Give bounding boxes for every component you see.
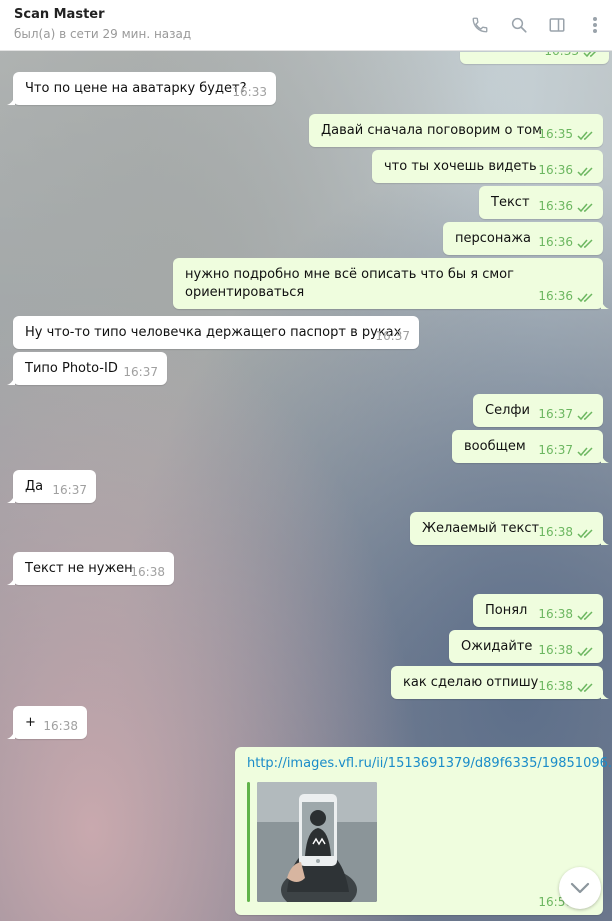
message-time: 16:36	[538, 289, 573, 303]
double-check-icon	[577, 167, 593, 177]
message-list[interactable]: 16:33 Что по цене на аватарку будет? 16:…	[0, 52, 612, 921]
message-time: 16:36	[538, 199, 573, 213]
double-check-icon	[577, 239, 593, 249]
message-bubble-incoming[interactable]: Текст не нужен 16:38	[7, 552, 174, 585]
message-bubble-incoming[interactable]: Да 16:37	[7, 470, 96, 503]
double-check-icon	[577, 293, 593, 303]
scroll-to-bottom-button[interactable]	[559, 867, 601, 909]
message-bubble-outgoing[interactable]: Понял 16:38	[473, 594, 603, 627]
double-check-icon	[577, 203, 593, 213]
message-text: +	[25, 715, 36, 730]
double-check-icon	[577, 647, 593, 657]
double-check-icon	[577, 411, 593, 421]
message-bubble-outgoing[interactable]: Текст 16:36	[479, 186, 603, 219]
message-text: Желаемый текст	[422, 521, 540, 536]
message-link[interactable]: http://images.vfl.ru/ii/1513691379/d89f6…	[247, 756, 612, 771]
message-bubble-outgoing[interactable]: 16:33	[460, 52, 609, 64]
link-preview-image[interactable]	[257, 782, 377, 902]
message-time: 16:37	[375, 329, 410, 343]
message-text: вообщем	[464, 439, 526, 454]
link-preview-accent-bar	[247, 782, 250, 902]
sidebar-toggle-icon[interactable]	[546, 13, 568, 37]
message-time: 16:37	[538, 407, 573, 421]
phone-icon[interactable]	[469, 13, 491, 37]
message-bubble-outgoing[interactable]: Селфи 16:37	[473, 394, 603, 427]
message-time: 16:36	[538, 235, 573, 249]
message-text: Что по цене на аватарку будет?	[25, 81, 247, 96]
message-bubble-incoming[interactable]: + 16:38	[7, 706, 87, 739]
message-bubble-outgoing[interactable]: как сделаю отпишу 16:38	[391, 666, 609, 699]
message-text: как сделаю отпишу	[403, 675, 539, 690]
message-time: 16:37	[52, 483, 87, 497]
message-bubble-outgoing[interactable]: Давай сначала поговорим о том 16:35	[309, 114, 603, 147]
message-text: персонажа	[455, 231, 531, 246]
message-bubble-outgoing[interactable]: что ты хочешь видеть 16:36	[372, 150, 603, 183]
message-text: Текст не нужен	[25, 561, 133, 576]
message-text: что ты хочешь видеть	[384, 159, 537, 174]
message-time: 16:38	[538, 679, 573, 693]
message-bubble-incoming[interactable]: Типо Photo-ID 16:37	[7, 352, 167, 385]
chat-header: Scan Master был(а) в сети 29 мин. назад	[0, 0, 612, 51]
double-check-icon	[577, 529, 593, 539]
message-bubble-outgoing[interactable]: нужно подробно мне всё описать что бы я …	[173, 258, 609, 309]
chat-title[interactable]: Scan Master	[14, 7, 105, 22]
message-bubble-outgoing[interactable]: вообщем 16:37	[452, 430, 609, 463]
last-seen-status: был(а) в сети 29 мин. назад	[14, 27, 192, 41]
message-time: 16:33	[544, 52, 579, 60]
message-text: Да	[25, 479, 44, 494]
chevron-down-icon	[570, 882, 590, 894]
message-text: Понял	[485, 603, 528, 618]
message-time: 16:38	[130, 565, 165, 579]
message-time: 16:37	[538, 443, 573, 457]
message-bubble-outgoing[interactable]: Ожидайте 16:38	[449, 630, 603, 663]
message-bubble-outgoing[interactable]: Желаемый текст 16:38	[410, 512, 609, 545]
message-text: Селфи	[485, 403, 530, 418]
message-bubble-outgoing[interactable]: персонажа 16:36	[443, 222, 603, 255]
message-text: Ну что-то типо человечка держащего паспо…	[25, 325, 402, 340]
message-time: 16:38	[538, 525, 573, 539]
message-bubble-outgoing-link[interactable]: http://images.vfl.ru/ii/1513691379/d89f6…	[235, 747, 612, 915]
message-time: 16:38	[43, 719, 78, 733]
double-check-icon	[577, 447, 593, 457]
message-text: Текст	[491, 195, 530, 210]
double-check-icon	[577, 611, 593, 621]
message-bubble-incoming[interactable]: Ну что-то типо человечка держащего паспо…	[13, 316, 419, 349]
double-check-icon	[583, 52, 597, 58]
double-check-icon	[577, 131, 593, 141]
message-text: Ожидайте	[461, 639, 533, 654]
search-icon[interactable]	[508, 13, 530, 37]
message-text: Типо Photo-ID	[25, 361, 118, 376]
message-text: Давай сначала поговорим о том	[321, 123, 542, 138]
more-vertical-icon[interactable]	[584, 13, 606, 37]
message-time: 16:38	[538, 643, 573, 657]
message-time: 16:33	[232, 85, 267, 99]
message-time: 16:37	[123, 365, 158, 379]
message-time: 16:35	[538, 127, 573, 141]
message-bubble-incoming[interactable]: Что по цене на аватарку будет? 16:33	[7, 72, 276, 105]
message-time: 16:38	[538, 607, 573, 621]
message-time: 16:36	[538, 163, 573, 177]
double-check-icon	[577, 683, 593, 693]
message-text: нужно подробно мне всё описать что бы я …	[185, 267, 514, 300]
